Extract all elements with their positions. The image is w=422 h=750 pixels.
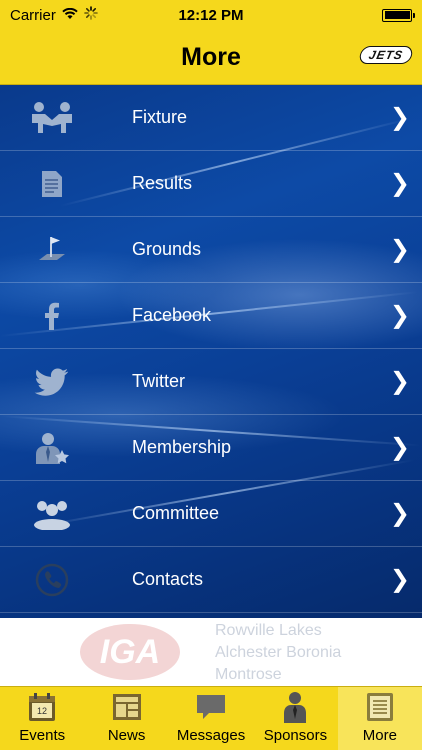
menu-item-label: Facebook [132,305,212,325]
menu-item-label: Committee [132,503,220,523]
tab-news[interactable]: News [84,687,168,750]
menu-item-facebook[interactable]: Facebook ❯ [0,283,422,349]
facebook-icon [22,296,82,336]
page-title: More [181,42,241,71]
carrier-label: Carrier [10,6,56,24]
list-icon [364,691,396,723]
calendar-icon: 12 [26,691,58,723]
member-icon [22,428,82,468]
flag-icon [22,230,82,270]
chevron-right-icon: ❯ [389,236,410,263]
sponsor-banner[interactable]: IGA Rowville Lakes Alchester Boronia Mon… [0,618,422,686]
tab-events[interactable]: 12 Events [0,687,84,750]
calendar-date: 12 [37,706,47,716]
phone-icon [22,560,82,600]
sponsor-line: Alchester Boronia [215,644,342,661]
menu-item-contacts[interactable]: Contacts ❯ [0,547,422,613]
more-menu-list: Fixture ❯ Results ❯ Grounds ❯ Facebook ❯… [0,85,422,618]
speech-bubble-icon [195,691,227,723]
menu-item-committee[interactable]: Committee ❯ [0,481,422,547]
nav-bar: More JETS [0,30,422,85]
sponsor-line: Montrose [215,666,282,683]
iga-logo-text: IGA [99,632,161,671]
twitter-bird-icon [22,362,82,402]
tab-label: Events [19,727,66,744]
tab-label: Sponsors [263,727,328,744]
tab-label: News [107,727,146,744]
activity-spinner-icon [84,6,98,24]
chevron-right-icon: ❯ [389,434,410,461]
group-icon [22,494,82,534]
battery-icon [382,8,415,22]
jets-logo: JETS [358,46,414,64]
menu-item-label: Contacts [132,569,204,589]
chevron-right-icon: ❯ [389,566,410,593]
battery-fill [384,11,410,19]
menu-item-twitter[interactable]: Twitter ❯ [0,349,422,415]
chevron-right-icon: ❯ [389,104,410,131]
menu-item-label: Twitter [132,371,186,391]
menu-item-membership[interactable]: Membership ❯ [0,415,422,481]
menu-item-label: Grounds [132,239,202,259]
status-left: Carrier [10,6,98,24]
iga-logo: IGA [80,624,180,680]
menu-item-label: Results [132,173,193,193]
wifi-icon [62,7,78,24]
status-bar: Carrier 12:12 PM [0,0,422,30]
tab-sponsors[interactable]: Sponsors [253,687,337,750]
menu-item-label: Membership [132,437,232,457]
menu-item-label: Fixture [132,107,188,127]
tab-more[interactable]: More [337,687,422,750]
menu-item-grounds[interactable]: Grounds ❯ [0,217,422,283]
chevron-right-icon: ❯ [389,500,410,527]
sponsor-text: Rowville Lakes Alchester Boronia Montros… [215,620,341,686]
chevron-right-icon: ❯ [389,302,410,329]
businessman-icon [279,691,311,723]
chevron-right-icon: ❯ [389,170,410,197]
tab-label: More [362,727,397,744]
tab-bar: 12 Events News Messages Sponsors More [0,686,422,750]
newspaper-icon [111,691,143,723]
menu-item-fixture[interactable]: Fixture ❯ [0,85,422,151]
sponsor-line: Rowville Lakes [215,622,322,639]
document-icon [22,164,82,204]
menu-item-results[interactable]: Results ❯ [0,151,422,217]
handshake-icon [22,98,82,138]
tab-label: Messages [176,727,246,744]
tab-messages[interactable]: Messages [169,687,253,750]
chevron-right-icon: ❯ [389,368,410,395]
